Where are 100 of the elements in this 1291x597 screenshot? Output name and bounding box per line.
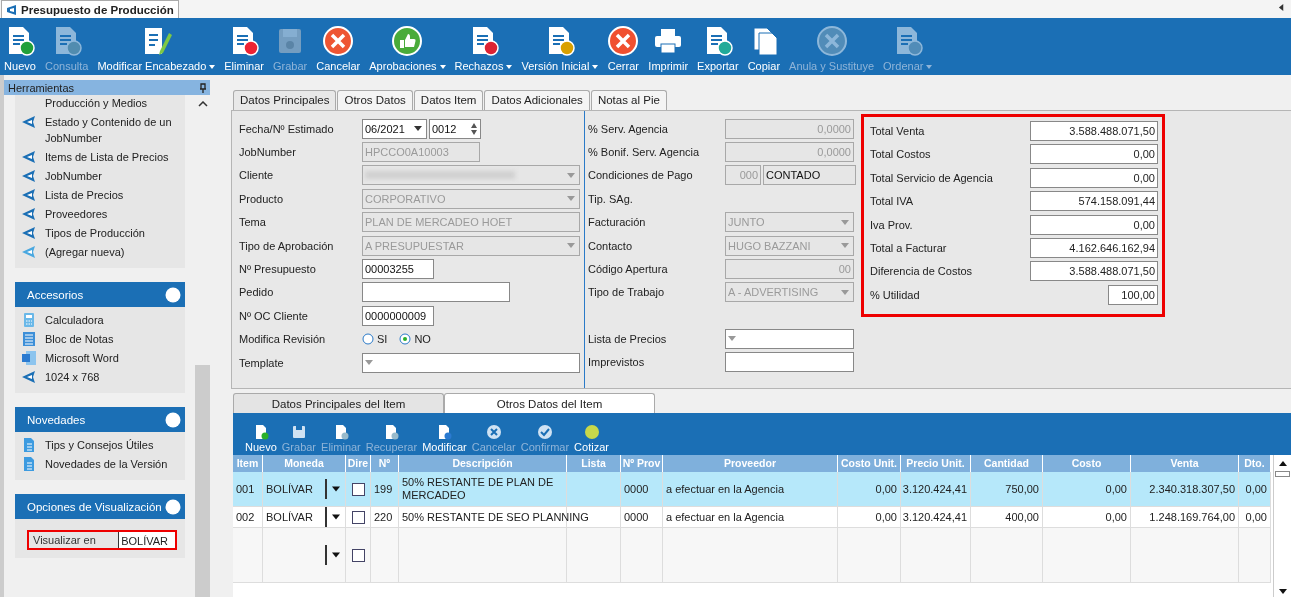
checkbox[interactable] [351,548,365,562]
field-label: Nº Presupuesto [239,263,317,276]
dropdown-field[interactable] [725,328,854,349]
document-tab[interactable]: Presupuesto de Producción [1,0,179,18]
coin-icon [583,424,600,440]
field-label: Código Apertura [588,263,669,276]
sidebar-link[interactable]: Items de Lista de Precios [45,149,169,165]
table-cell: 0,00 [875,482,897,496]
app-icon [21,369,37,385]
sidebar-link[interactable]: JobNumber [45,168,102,184]
panel-header[interactable]: Accesorios [15,282,186,307]
caret-icon[interactable] [506,65,513,70]
dropdown-icon[interactable] [414,126,422,132]
sidebar-link[interactable]: Tips y Consejos Útiles [45,437,154,453]
notepad-icon [21,331,37,347]
toolbar-button[interactable]: Exportar [694,20,742,75]
total-value: 100,00 [1108,284,1158,305]
word-document-icon [21,350,37,366]
tab[interactable]: Notas al Pie [590,90,667,110]
sidebar-link[interactable]: Bloc de Notas [45,331,114,347]
sidebar-link[interactable]: Producción y Medios [45,95,148,111]
dropdown-field[interactable] [362,352,580,373]
tab[interactable]: Otros Datos del Item [444,393,655,413]
radio-button[interactable]: SI [362,333,388,346]
scroll-down-icon[interactable] [1277,588,1288,596]
toolbar-button[interactable]: Cerrar [604,20,643,75]
field-label: JobNumber [239,146,297,159]
panel-header[interactable]: Opciones de Visualización [15,494,186,519]
total-value: 3.588.488.071,50 [1030,121,1158,141]
total-label: Diferencia de Costos [870,265,973,278]
sidebar-link[interactable]: Proveedores [45,206,108,222]
sidebar-link[interactable]: 1024 x 768 [45,369,100,385]
sidebar-link[interactable]: Microsoft Word [45,350,119,366]
checkbox[interactable] [351,510,365,524]
app-icon [21,168,37,184]
collapse-icon[interactable] [165,498,182,515]
caret-icon[interactable] [439,65,446,70]
caret-icon[interactable] [592,65,599,70]
tab[interactable]: Datos Adicionales [484,90,590,110]
total-label: Total Costos [870,148,931,161]
table-cell: 0,00 [1105,510,1127,524]
field-label: Imprevistos [588,356,646,369]
collapse-icon[interactable] [165,411,182,428]
table-cell: 0000 [624,510,649,524]
field-label: % Serv. Agencia [588,122,669,135]
table-row[interactable]: 002 BOLÍVAR 220 50% RESTANTE DE SEO PLANNING 0000 a efectuar en la Agencia 0,00 3.120.424,41 400,00 0,00 1.248.169.764,00 0,00 [233,507,1271,528]
toolbar-button[interactable]: Rechazos [451,20,516,75]
field-label: Modifica Revisión [239,333,327,346]
toolbar-button[interactable]: Nuevo [1,20,39,75]
date-field[interactable]: 06/2021 [362,118,427,139]
collapse-icon[interactable] [165,286,182,303]
total-label: Total IVA [870,195,914,208]
document-icon [21,456,37,472]
check-icon [536,424,553,440]
sidebar-link[interactable]: Tipos de Producción [45,225,145,241]
field-label: Lista de Precios [588,332,668,345]
toolbar-button[interactable]: Modificar [420,424,469,453]
toolbar-button[interactable]: Versión Inicial [518,20,602,75]
tab[interactable]: Datos Item [413,90,484,110]
toolbar-button[interactable]: Modificar Encabezado [94,20,219,75]
text-field[interactable]: 0000000009 [362,305,434,326]
checkbox[interactable] [351,482,365,496]
sidebar-link[interactable]: Calculadora [45,312,104,328]
toolbar-button[interactable]: Aprobaciones [366,20,449,75]
scroll-up-icon[interactable] [1277,459,1288,467]
sidebar-link[interactable]: Novedades de la Versión [45,456,168,472]
text-field[interactable] [725,352,854,373]
tab[interactable]: Otros Datos [337,90,413,110]
text-field[interactable]: 00003255 [362,259,434,280]
field-value: BOLÍVAR [118,532,176,548]
sidebar-link[interactable]: (Agregar nueva) [45,244,125,260]
tab[interactable]: Datos Principales del Item [233,393,444,413]
toolbar-button[interactable]: Cotizar [572,424,611,453]
field-label: Condiciones de Pago [588,169,694,182]
tab[interactable]: Datos Principales [233,90,337,110]
caret-icon[interactable] [209,65,216,70]
radio-button[interactable]: NO [399,333,431,346]
number-field[interactable]: 0012 [429,118,481,139]
spinner-icon[interactable] [470,121,478,136]
toolbar-button[interactable]: Copiar [744,20,784,75]
field-label: Fecha/Nº Estimado [239,122,335,135]
toolbar-button[interactable]: Imprimir [645,20,692,75]
app-icon [21,114,37,130]
display-currency-field[interactable]: Visualizar en BOLÍVAR [27,530,178,550]
toolbar-button[interactable]: Nuevo [243,424,279,453]
panel-header[interactable]: Novedades [15,407,186,432]
toolbar-button[interactable]: Cancelar [313,20,364,75]
table-cell-text: 50% RESTANTE DE PLAN DE MERCADEO [402,476,555,502]
sidebar-link[interactable]: Lista de Precios [45,187,124,203]
scroll-left-icon[interactable] [1278,3,1285,12]
scrollbar[interactable] [1273,455,1291,597]
sidebar-link[interactable]: Estado y Contenido de un JobNumber [45,114,180,146]
scroll-up-icon[interactable] [197,101,208,107]
panel-title: Opciones de Visualización [27,500,162,513]
toolbar-button[interactable]: Eliminar [221,20,267,75]
total-value: 4.162.646.162,94 [1030,237,1158,258]
text-field[interactable] [362,282,510,303]
pin-icon[interactable] [199,82,207,93]
table-cell: 50% RESTANTE DE SEO PLANNING [402,510,589,524]
total-label: % Utilidad [870,288,920,301]
